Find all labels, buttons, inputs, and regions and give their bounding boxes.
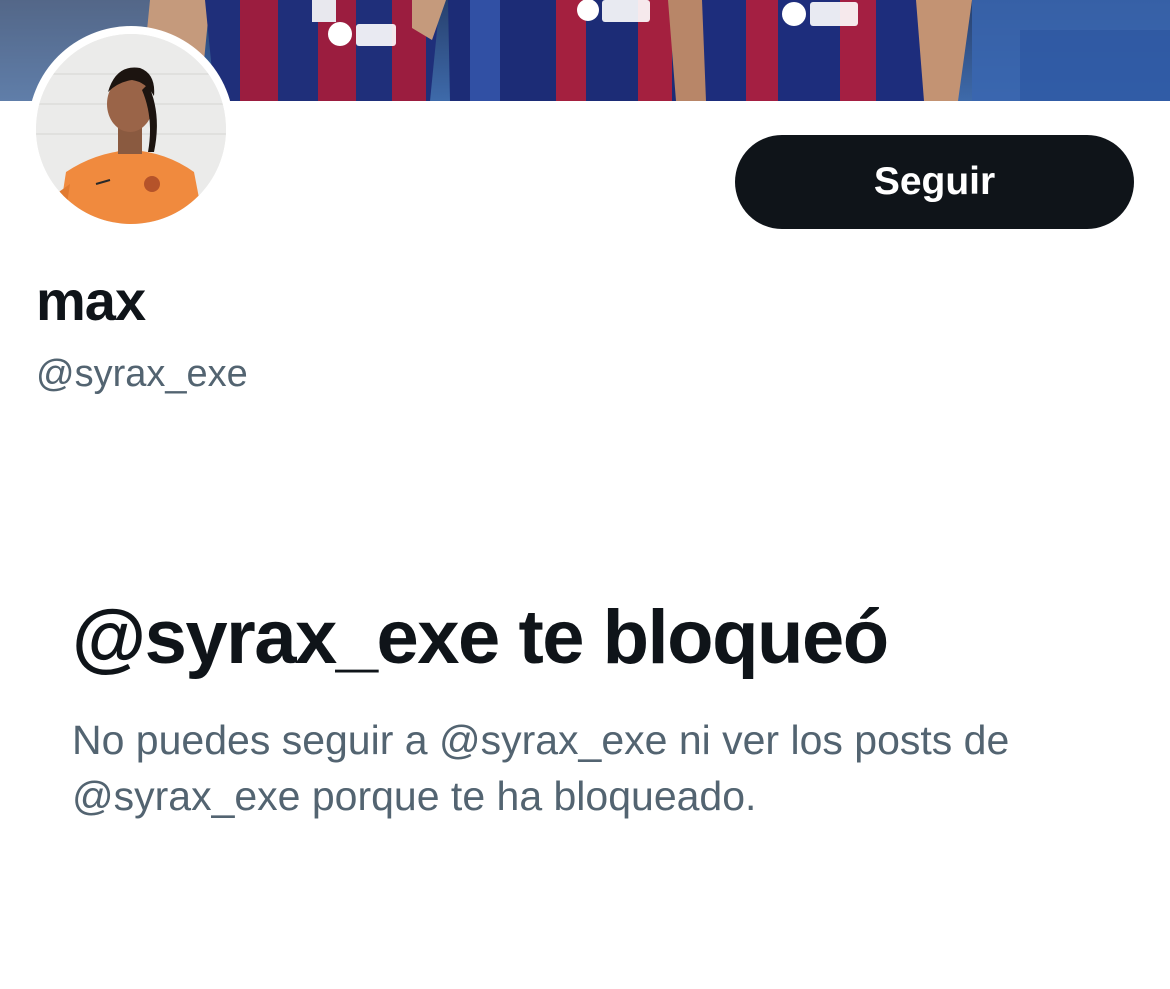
- avatar-photo-icon: [36, 34, 226, 224]
- display-name: max: [36, 269, 146, 332]
- blocked-message: No puedes seguir a @syrax_exe ni ver los…: [72, 717, 1010, 819]
- follow-button[interactable]: Seguir: [735, 135, 1134, 229]
- avatar[interactable]: [28, 26, 234, 232]
- profile-page: Seguir max @syrax_exe @syrax_exe te bloq…: [0, 0, 1170, 989]
- profile-handle: @syrax_exe: [36, 353, 248, 395]
- blocked-title: @syrax_exe te bloqueó: [72, 595, 889, 680]
